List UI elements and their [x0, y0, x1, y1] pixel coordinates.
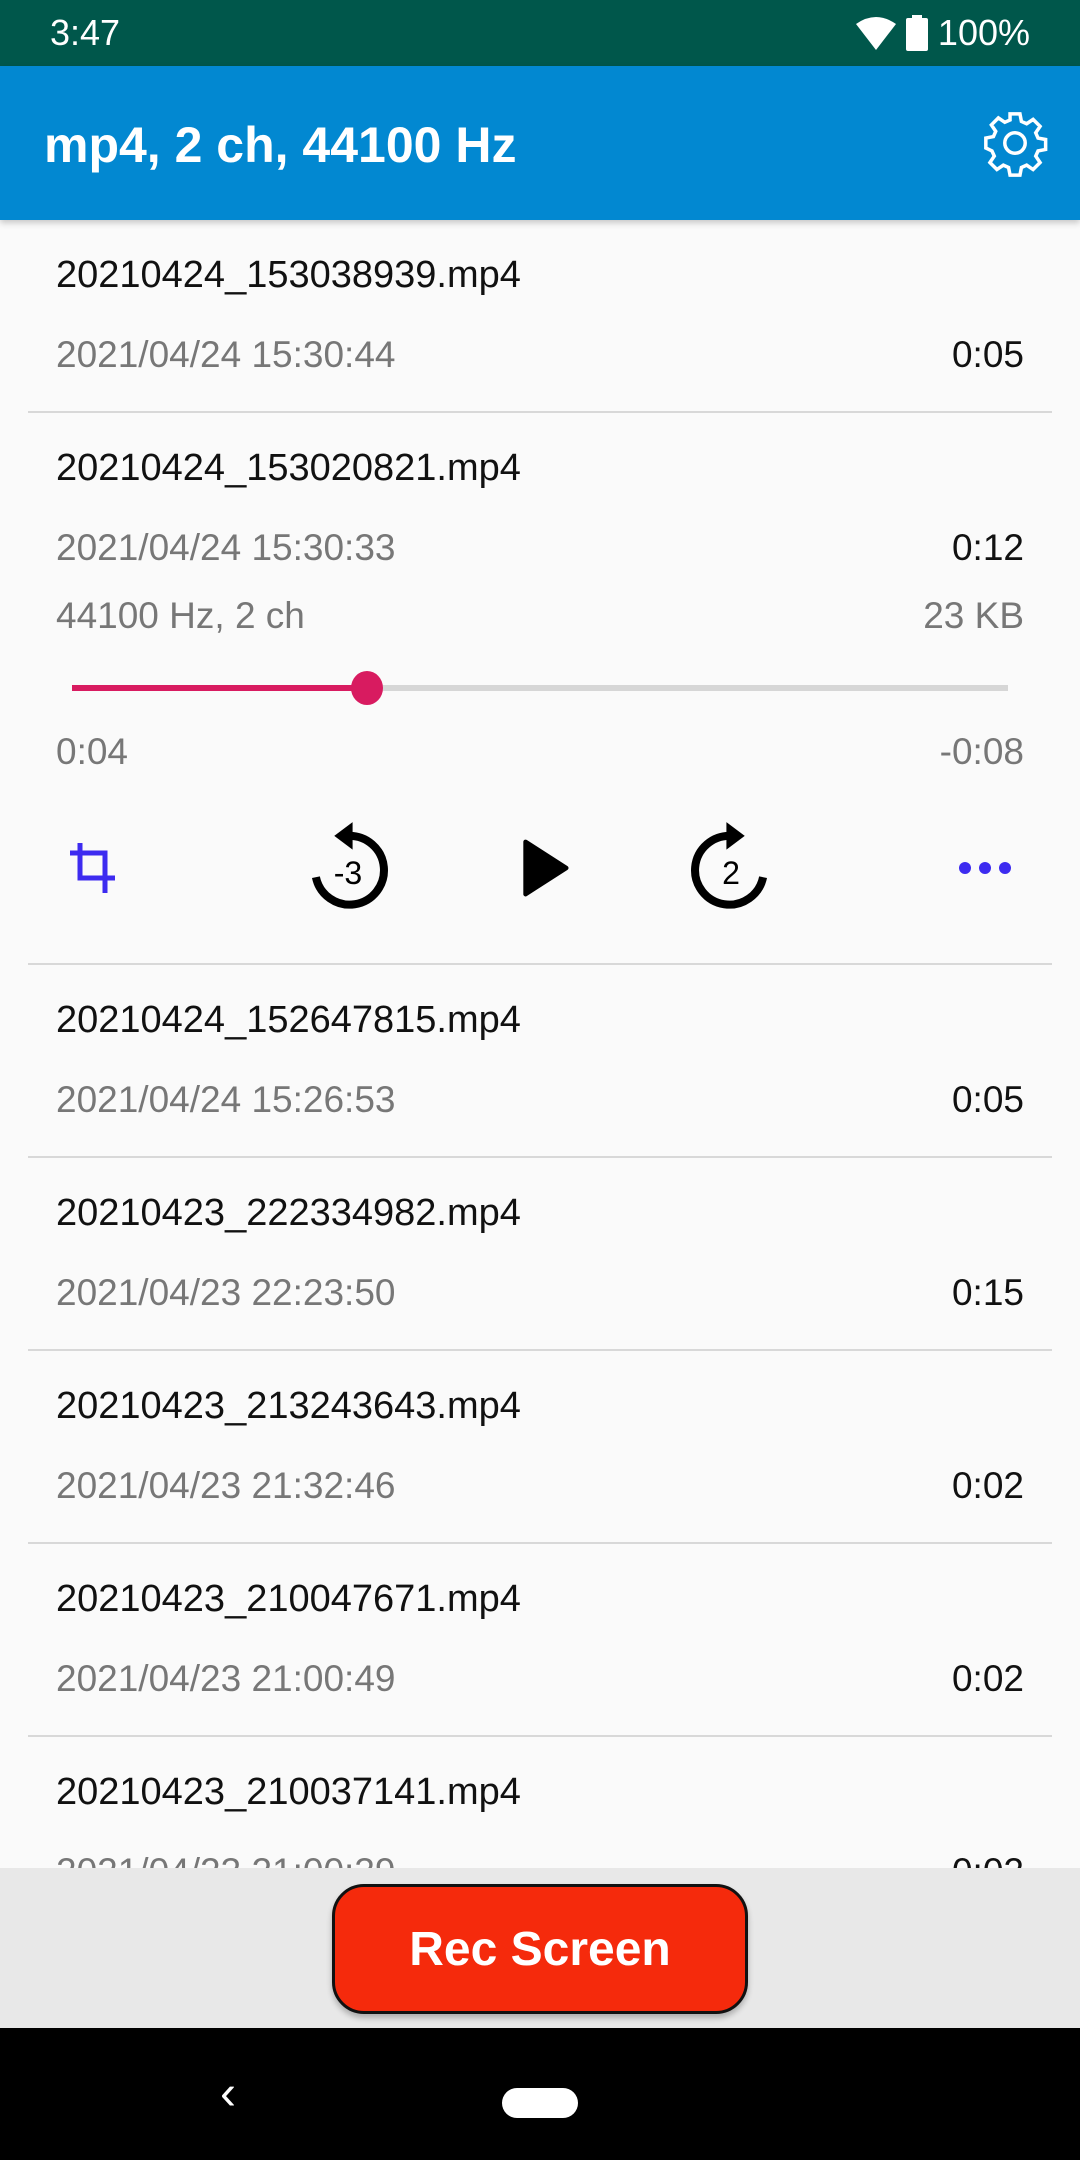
battery-percent: 100% — [937, 12, 1030, 53]
file-duration: 0:05 — [951, 334, 1024, 375]
player-controls: -3 2 — [28, 803, 1052, 933]
time-elapsed: 0:04 — [56, 731, 129, 772]
recording-item[interactable]: 20210424_152647815.mp4 2021/04/24 15:26:… — [28, 965, 1052, 1158]
crop-button[interactable] — [40, 803, 150, 933]
forward-button[interactable]: 2 — [676, 803, 786, 933]
home-button[interactable] — [502, 2088, 578, 2118]
file-name: 20210423_222334982.mp4 — [56, 1192, 521, 1234]
rewind-seconds: -3 — [334, 855, 363, 891]
file-name: 20210424_152647815.mp4 — [56, 999, 521, 1041]
time-remaining: -0:08 — [939, 731, 1024, 772]
gear-icon — [984, 112, 1048, 177]
wifi-icon — [855, 17, 896, 50]
seek-progress — [72, 685, 367, 691]
file-date: 2021/04/23 21:32:46 — [56, 1465, 396, 1506]
play-icon — [523, 839, 569, 897]
replay-icon: -3 — [311, 822, 388, 909]
settings-button[interactable] — [980, 108, 1050, 178]
forward-icon: 2 — [691, 822, 768, 909]
file-audio-info: 44100 Hz, 2 ch — [56, 595, 305, 636]
file-duration: 0:02 — [951, 1465, 1024, 1506]
file-date: 2021/04/23 21:00:49 — [56, 1658, 396, 1699]
recording-item-expanded[interactable]: 20210424_153020821.mp4 2021/04/24 15:30:… — [28, 413, 1052, 965]
recordings-list[interactable]: 20210424_153038939.mp4 2021/04/24 15:30:… — [0, 220, 1080, 1868]
recording-item[interactable]: 20210423_210037141.mp4 2021/04/23 21:00:… — [28, 1737, 1052, 1868]
crop-icon — [70, 843, 115, 893]
app-title: mp4, 2 ch, 44100 Hz — [44, 117, 517, 173]
file-name: 20210423_213243643.mp4 — [56, 1385, 521, 1427]
seek-bar[interactable] — [72, 667, 1008, 707]
file-name: 20210424_153038939.mp4 — [56, 254, 521, 296]
recording-item[interactable]: 20210423_210047671.mp4 2021/04/23 21:00:… — [28, 1544, 1052, 1737]
file-date: 2021/04/24 15:30:44 — [56, 334, 396, 375]
bottom-panel: Rec Screen — [0, 1868, 1080, 2028]
file-size: 23 KB — [923, 595, 1024, 636]
status-bar: 3:47 100% — [0, 0, 1080, 66]
file-duration: 0:05 — [951, 1079, 1024, 1120]
file-date: 2021/04/24 15:26:53 — [56, 1079, 396, 1120]
recording-item[interactable]: 20210424_153038939.mp4 2021/04/24 15:30:… — [28, 220, 1052, 413]
status-icons: 100% — [855, 12, 1030, 54]
rewind-button[interactable]: -3 — [293, 803, 403, 933]
file-date: 2021/04/23 21:00:39 — [56, 1851, 396, 1868]
play-button[interactable] — [488, 803, 598, 933]
app-bar: mp4, 2 ch, 44100 Hz — [0, 66, 1080, 220]
rec-screen-button[interactable]: Rec Screen — [332, 1884, 748, 2014]
file-duration: 0:15 — [951, 1272, 1024, 1313]
file-name: 20210423_210047671.mp4 — [56, 1578, 521, 1620]
back-icon[interactable]: ‹ — [220, 2066, 236, 2121]
file-date: 2021/04/24 15:30:33 — [56, 527, 396, 568]
file-name: 20210424_153020821.mp4 — [56, 447, 521, 489]
more-icon — [959, 862, 1011, 874]
more-button[interactable] — [930, 803, 1040, 933]
file-duration: 0:12 — [951, 527, 1024, 568]
navigation-bar: ‹ — [0, 2028, 1080, 2160]
file-duration: 0:02 — [952, 1851, 1024, 1868]
recording-item[interactable]: 20210423_222334982.mp4 2021/04/23 22:23:… — [28, 1158, 1052, 1351]
status-time: 3:47 — [50, 12, 121, 53]
battery-icon — [905, 15, 928, 51]
forward-seconds: 2 — [722, 855, 740, 891]
seek-thumb[interactable] — [350, 671, 383, 705]
file-name: 20210423_210037141.mp4 — [56, 1771, 521, 1813]
file-duration: 0:02 — [951, 1658, 1024, 1699]
recording-item[interactable]: 20210423_213243643.mp4 2021/04/23 21:32:… — [28, 1351, 1052, 1544]
file-date: 2021/04/23 22:23:50 — [56, 1272, 396, 1313]
